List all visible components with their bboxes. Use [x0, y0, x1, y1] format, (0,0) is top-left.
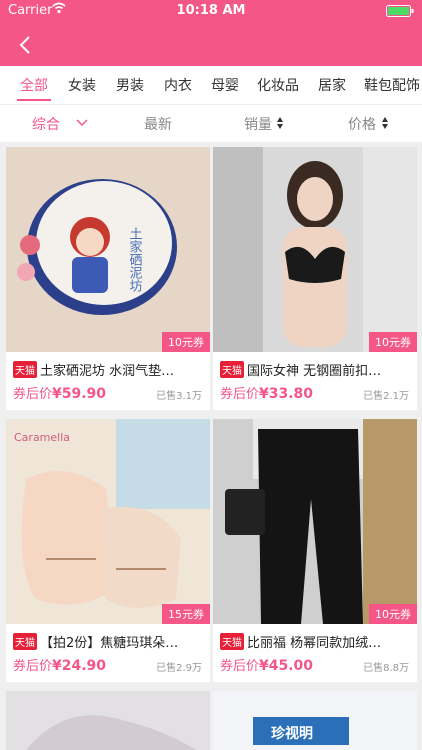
tab-mens[interactable]: 男装 — [116, 75, 144, 95]
tab-bags-accessories[interactable]: 鞋包配饰 — [364, 75, 420, 95]
product-title-text: 比丽福 杨幂同款加绒… — [247, 636, 382, 651]
price-prefix: 券后价 — [220, 659, 260, 674]
sort-sales[interactable]: 销量 — [244, 114, 272, 134]
product-photo-illustration: 珍视明 — [213, 691, 417, 750]
sort-up-down-icon — [382, 117, 388, 129]
tab-baby[interactable]: 母婴 — [211, 75, 239, 95]
pants-photo-illustration — [213, 419, 417, 624]
tmall-badge: 天猫 — [220, 361, 244, 378]
product-title: 天猫 比丽福 杨幂同款加绒… — [220, 632, 412, 652]
product-card[interactable]: 珍视明 — [213, 691, 417, 750]
tmall-badge: 天猫 — [220, 633, 244, 650]
price-prefix: 券后价 — [13, 387, 53, 402]
status-time: 10:18 AM — [176, 3, 246, 18]
sold-count: 已售2.1万 — [363, 391, 409, 402]
nav-header: Carrier 10:18 AM — [0, 0, 422, 66]
cushion-compact-illustration: 土家硒泥坊 — [6, 147, 210, 352]
product-title-text: 国际女神 无钢圈前扣… — [247, 364, 382, 379]
product-card[interactable]: 10元券 天猫 比丽福 杨幂同款加绒… 券后价¥45.00 已售8.8万 — [213, 419, 417, 682]
product-card[interactable]: 10元券 天猫 国际女神 无钢圈前扣… 券后价¥33.80 已售2.1万 — [213, 147, 417, 410]
product-title-text: 土家硒泥坊 水润气垫… — [40, 364, 175, 379]
sort-up-down-icon — [277, 117, 283, 129]
sold-count: 已售8.8万 — [363, 663, 409, 674]
product-image[interactable]: 土家硒泥坊 10元券 — [6, 147, 210, 352]
product-image[interactable]: 10元券 — [213, 147, 417, 352]
product-image-text: 珍视明 — [271, 725, 313, 742]
price-prefix: 券后价 — [220, 387, 260, 402]
active-tab-indicator — [17, 99, 51, 101]
product-image-text: 土家硒泥坊 — [127, 227, 143, 293]
tab-home[interactable]: 居家 — [318, 75, 346, 95]
product-price: 券后价¥45.00 — [220, 655, 313, 674]
product-card[interactable]: 土家硒泥坊 10元券 天猫 土家硒泥坊 水润气垫… 券后价¥59.90 已售3.1… — [6, 147, 210, 410]
battery-icon — [386, 5, 414, 17]
product-card[interactable] — [6, 691, 210, 750]
back-chevron-icon[interactable] — [18, 35, 32, 55]
product-title: 天猫 国际女神 无钢圈前扣… — [220, 360, 412, 380]
model-photo-illustration — [213, 147, 417, 352]
tmall-badge: 天猫 — [13, 633, 37, 650]
status-bar: Carrier 10:18 AM — [0, 0, 422, 22]
category-tabs: 全部 女装 男装 内衣 母婴 化妆品 居家 鞋包配饰 — [0, 66, 422, 104]
coupon-badge: 10元券 — [369, 604, 417, 624]
product-price: 券后价¥59.90 — [13, 383, 106, 402]
product-image[interactable]: 珍视明 — [213, 691, 417, 750]
sort-newest[interactable]: 最新 — [144, 114, 172, 134]
tab-all[interactable]: 全部 — [20, 75, 48, 95]
sold-count: 已售3.1万 — [156, 391, 202, 402]
coupon-badge: 15元券 — [162, 604, 210, 624]
sort-general[interactable]: 综合 — [32, 114, 60, 134]
product-image[interactable]: Caramella 15元券 — [6, 419, 210, 624]
product-title: 天猫 土家硒泥坊 水润气垫… — [13, 360, 205, 380]
product-photo-illustration — [6, 691, 210, 750]
tab-underwear[interactable]: 内衣 — [164, 75, 192, 95]
sold-count: 已售2.9万 — [156, 663, 202, 674]
price-value: ¥45.00 — [259, 658, 314, 674]
product-price: 券后价¥33.80 — [220, 383, 313, 402]
product-title-text: 【拍2份】焦糖玛琪朵… — [40, 636, 179, 651]
product-image[interactable] — [6, 691, 210, 750]
sort-bar: 综合 最新 销量 价格 — [0, 104, 422, 142]
product-card[interactable]: Caramella 15元券 天猫 【拍2份】焦糖玛琪朵… 券后价¥24.90 已… — [6, 419, 210, 682]
coupon-badge: 10元券 — [162, 332, 210, 352]
tab-cosmetics[interactable]: 化妆品 — [257, 75, 299, 95]
price-value: ¥24.90 — [52, 658, 107, 674]
sort-price[interactable]: 价格 — [348, 114, 376, 134]
product-image[interactable]: 10元券 — [213, 419, 417, 624]
price-value: ¥33.80 — [259, 386, 314, 402]
coupon-badge: 10元券 — [369, 332, 417, 352]
price-prefix: 券后价 — [13, 659, 53, 674]
tmall-badge: 天猫 — [13, 361, 37, 378]
tab-womens[interactable]: 女装 — [68, 75, 96, 95]
product-title: 天猫 【拍2份】焦糖玛琪朵… — [13, 632, 205, 652]
product-price: 券后价¥24.90 — [13, 655, 106, 674]
price-value: ¥59.90 — [52, 386, 107, 402]
product-image-text: Caramella — [14, 431, 70, 444]
socks-photo-illustration: Caramella — [6, 419, 210, 624]
chevron-down-icon[interactable] — [76, 119, 88, 127]
